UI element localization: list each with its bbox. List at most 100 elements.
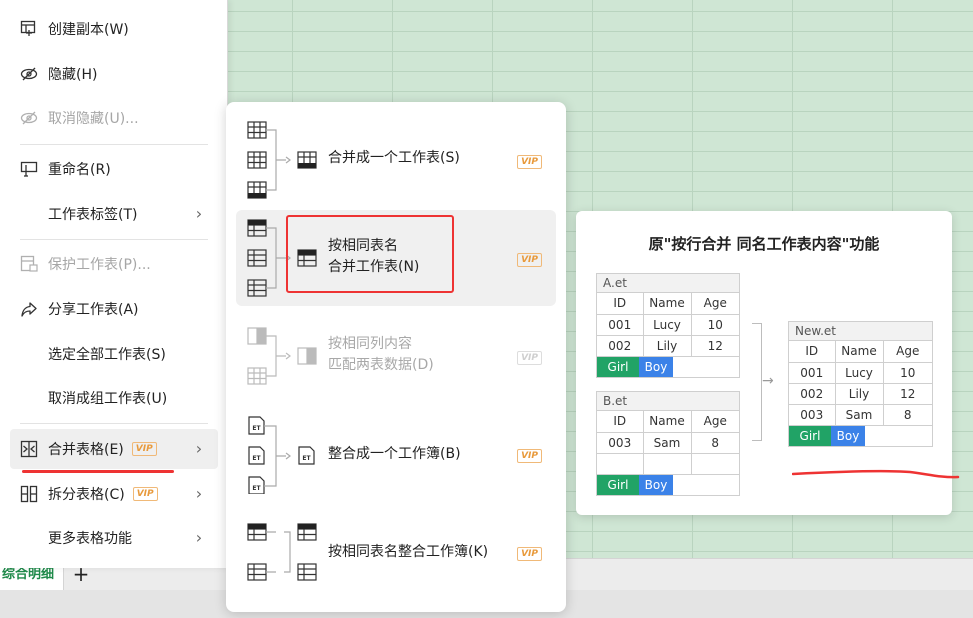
menu-item-label: 重命名(R) [48,162,111,178]
merge-bracket [752,323,762,441]
menu-item-label: 拆分表格(C) [48,487,125,503]
submenu-item-label-line2: 匹配两表数据(D) [328,357,434,373]
submenu-item-label: 合并成一个工作表(S) [328,150,460,166]
vip-badge: VIP [517,449,542,463]
submenu-item-merge-into-one-sheet[interactable]: 合并成一个工作表(S) VIP [236,112,556,208]
sheet-tag-boy: Boy [639,474,673,495]
table-cell: 8 [691,432,739,454]
table-header: ID [597,411,644,433]
table-cell: 12 [883,383,932,405]
chevron-right-icon: › [195,204,203,223]
table-cell [691,453,739,475]
rename-icon [18,158,40,180]
table-cell: 002 [789,383,836,405]
sheet-tag-boy: Boy [831,425,865,446]
table-name: A.et [597,274,739,293]
table-cell: 12 [691,335,739,357]
table-header: Age [883,341,932,363]
et-label: ET [252,425,261,432]
table-cell: Lucy [835,362,884,384]
table-cell: 002 [597,335,644,357]
menu-divider [20,423,208,424]
annotation-underline [22,470,174,473]
table-cell: 003 [789,404,836,426]
preview-table-b: B.et ID Name Age 003 Sam 8 Girl Boy [596,391,740,496]
table-cell: Lucy [643,314,692,336]
preview-title: 原"按行合并 同名工作表内容"功能 [648,235,880,253]
submenu-item-label: 整合成一个工作簿(B) [328,446,461,462]
menu-item-rename[interactable]: 重命名(R) [10,149,218,189]
copy-sheet-icon [18,18,40,40]
table-cell: 001 [597,314,644,336]
menu-item-hide[interactable]: 隐藏(H) [10,54,218,94]
menu-item-label: 合并表格(E) [48,442,124,458]
table-header: Name [835,341,884,363]
vip-badge: VIP [517,253,542,267]
chevron-right-icon: › [195,528,203,547]
vip-badge: VIP [131,442,157,456]
protect-sheet-icon [18,253,40,275]
chevron-right-icon: › [195,439,203,458]
annotation-highlight-box [286,215,454,293]
table-header: ID [597,293,644,315]
annotation-scribble [792,469,960,479]
table-cell: Lily [643,335,692,357]
table-cell: Sam [835,404,884,426]
menu-item-sheet-tab[interactable]: 工作表标签(T) › [10,194,218,234]
preview-table-a: A.et ID Name Age 001 Lucy 10 002 Lily 12… [596,273,740,378]
table-cell [643,453,692,475]
table-cell: 001 [789,362,836,384]
match-column-diagram-icon [247,327,317,385]
menu-item-label: 创建副本(W) [48,22,129,38]
combine-by-name-diagram-icon [247,523,317,581]
menu-item-merge-tables[interactable]: 合并表格(E) VIP › [10,429,218,469]
sheet-tag-girl: Girl [597,474,639,495]
preview-table-new: New.et ID Name Age 001 Lucy 10 002 Lily … [788,321,933,447]
table-header: Age [691,293,739,315]
sheet-tag-boy: Boy [639,356,673,377]
table-header: Name [643,293,692,315]
menu-item-ungroup-sheets[interactable]: 取消成组工作表(U) [10,378,218,418]
sheet-tag-girl: Girl [789,425,831,446]
table-header: ID [789,341,836,363]
submenu-item-label: 按相同表名整合工作簿(K) [328,544,489,560]
menu-item-label: 取消隐藏(U)... [48,111,139,127]
table-cell: Sam [643,432,692,454]
sheet-context-menu: 创建副本(W) 隐藏(H) 取消隐藏(U)... 重命名(R) 工作表标签(T)… [0,0,228,568]
menu-item-share-sheet[interactable]: 分享工作表(A) [10,289,218,329]
vip-badge: VIP [517,547,542,561]
menu-item-label: 更多表格功能 [48,531,132,547]
menu-item-label: 隐藏(H) [48,67,98,83]
et-label: ET [302,455,311,462]
et-label: ET [252,485,261,492]
merge-sheets-diagram-icon [247,121,317,199]
submenu-item-combine-into-workbook[interactable]: ET ET ET ET 整合成一个工作簿(B) VIP [236,406,556,502]
menu-item-create-copy[interactable]: 创建副本(W) [10,9,218,49]
vip-badge: VIP [132,487,158,501]
hide-icon [18,63,40,85]
vip-badge: VIP [517,351,542,365]
menu-item-protect-sheet: 保护工作表(P)... [10,244,218,284]
table-header: Name [643,411,692,433]
menu-item-label: 选定全部工作表(S) [48,347,166,363]
split-tables-icon [18,483,40,505]
table-name: B.et [597,392,739,411]
table-cell: Lily [835,383,884,405]
submenu-item-combine-workbook-by-name[interactable]: 按相同表名整合工作簿(K) VIP [236,504,556,600]
menu-item-select-all-sheets[interactable]: 选定全部工作表(S) [10,334,218,374]
menu-item-split-tables[interactable]: 拆分表格(C) VIP › [10,474,218,514]
vip-badge: VIP [517,155,542,169]
table-header: Age [691,411,739,433]
chevron-right-icon: › [195,484,203,503]
menu-item-label: 取消成组工作表(U) [48,391,168,407]
combine-workbook-diagram-icon: ET ET ET ET [248,416,315,494]
arrow-right-icon: → [762,373,774,389]
menu-item-more-table-features[interactable]: 更多表格功能 › [10,518,218,558]
table-cell: 10 [883,362,932,384]
submenu-item-match-by-column: 按相同列内容 匹配两表数据(D) VIP [236,308,556,404]
menu-item-label: 保护工作表(P)... [48,257,151,273]
table-cell: 003 [597,432,644,454]
submenu-item-label-line1: 按相同列内容 [328,336,412,352]
table-cell: 10 [691,314,739,336]
table-cell [597,453,644,475]
